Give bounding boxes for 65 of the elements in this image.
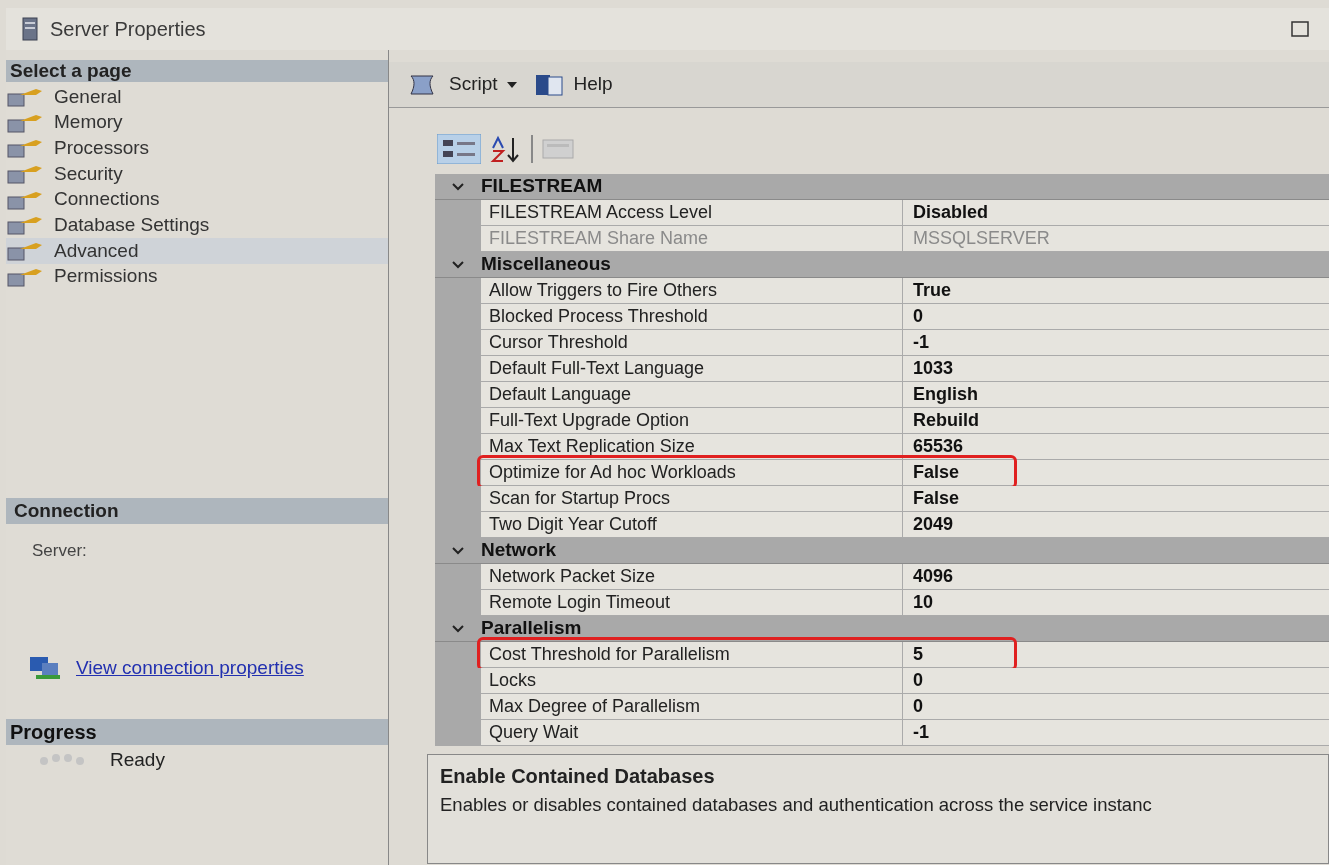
property-value-cell[interactable]: True	[903, 278, 1329, 304]
property-name-cell[interactable]: Scan for Startup Procs	[481, 486, 903, 512]
page-item[interactable]: Permissions	[6, 263, 388, 290]
page-item[interactable]: Connections	[6, 186, 388, 213]
script-button[interactable]: Script	[405, 70, 518, 99]
page-item[interactable]: General	[6, 84, 388, 110]
status-text: Ready	[110, 751, 165, 769]
property-value-cell[interactable]: False	[903, 460, 1329, 486]
property-value-cell[interactable]: 2049	[903, 512, 1329, 538]
property-name-cell[interactable]: Max Degree of Parallelism	[481, 694, 903, 720]
property-name-cell[interactable]: FILESTREAM Access Level	[481, 200, 903, 226]
page-item[interactable]: Database Settings	[6, 212, 388, 239]
property-value-cell[interactable]: Disabled	[903, 200, 1329, 226]
section-header: Connection	[6, 497, 388, 524]
category-label: FILESTREAM	[481, 174, 603, 199]
description-title: Enable Contained Databases	[440, 764, 716, 789]
property-value-cell[interactable]: 1033	[903, 356, 1329, 382]
property-value-cell[interactable]: False	[903, 486, 1329, 512]
property-name-cell[interactable]: Remote Login Timeout	[481, 590, 903, 616]
property-value-cell[interactable]: Rebuild	[903, 408, 1329, 434]
collapse-chevron-icon[interactable]	[451, 259, 465, 270]
dropdown-caret-icon	[505, 80, 518, 89]
property-name-cell[interactable]: Network Packet Size	[481, 564, 903, 590]
property-value-cell[interactable]: -1	[903, 720, 1329, 746]
page-item[interactable]: Security	[6, 161, 388, 187]
page-item[interactable]: Advanced	[6, 238, 388, 264]
property-name-cell[interactable]: Two Digit Year Cutoff	[481, 512, 903, 538]
server-icon	[22, 17, 38, 41]
property-name-cell[interactable]: Query Wait	[481, 720, 903, 746]
property-name-cell[interactable]: Blocked Process Threshold	[481, 304, 903, 330]
category-label: Parallelism	[481, 616, 582, 641]
view-connection-properties-link[interactable]: View connection properties	[76, 653, 304, 683]
property-name-cell[interactable]: Locks	[481, 668, 903, 694]
server-label: Server:	[32, 539, 88, 562]
property-value-cell[interactable]: 0	[903, 694, 1329, 720]
property-value-cell[interactable]: English	[903, 382, 1329, 408]
collapse-chevron-icon[interactable]	[451, 545, 465, 556]
section-header: Select a page	[6, 60, 388, 82]
property-name-cell[interactable]: Default Full-Text Language	[481, 356, 903, 382]
section-header: Progress	[6, 719, 388, 745]
property-value-cell[interactable]: 5	[903, 642, 1329, 668]
property-name-cell[interactable]: Cost Threshold for Parallelism	[481, 642, 903, 668]
property-name-cell[interactable]: Optimize for Ad hoc Workloads	[481, 460, 903, 486]
property-name-cell[interactable]: Allow Triggers to Fire Others	[481, 278, 903, 304]
property-name-cell[interactable]: Max Text Replication Size	[481, 434, 903, 460]
property-value-cell[interactable]: -1	[903, 330, 1329, 356]
property-name-cell[interactable]: Full-Text Upgrade Option	[481, 408, 903, 434]
categorized-icon[interactable]	[437, 134, 481, 164]
collapse-chevron-icon[interactable]	[451, 623, 465, 634]
property-name-cell[interactable]: Cursor Threshold	[481, 330, 903, 356]
maximize-icon[interactable]	[1291, 21, 1309, 37]
property-value-cell[interactable]: 10	[903, 590, 1329, 616]
collapse-chevron-icon[interactable]	[451, 181, 465, 192]
window-title: Server Properties	[50, 17, 206, 42]
property-value-cell[interactable]: 65536	[903, 434, 1329, 460]
property-value-cell[interactable]: 4096	[903, 564, 1329, 590]
help-button[interactable]: Help	[533, 70, 613, 99]
page-item[interactable]: Processors	[6, 135, 388, 162]
category-label: Miscellaneous	[481, 252, 611, 277]
page-item[interactable]: Memory	[6, 109, 388, 136]
property-value-cell[interactable]: 0	[903, 304, 1329, 330]
property-value-cell[interactable]: 0	[903, 668, 1329, 694]
property-name-cell[interactable]: Default Language	[481, 382, 903, 408]
description-text: Enables or disables contained databases and authentication across the service instanc	[440, 793, 1153, 817]
category-label: Network	[481, 538, 556, 563]
